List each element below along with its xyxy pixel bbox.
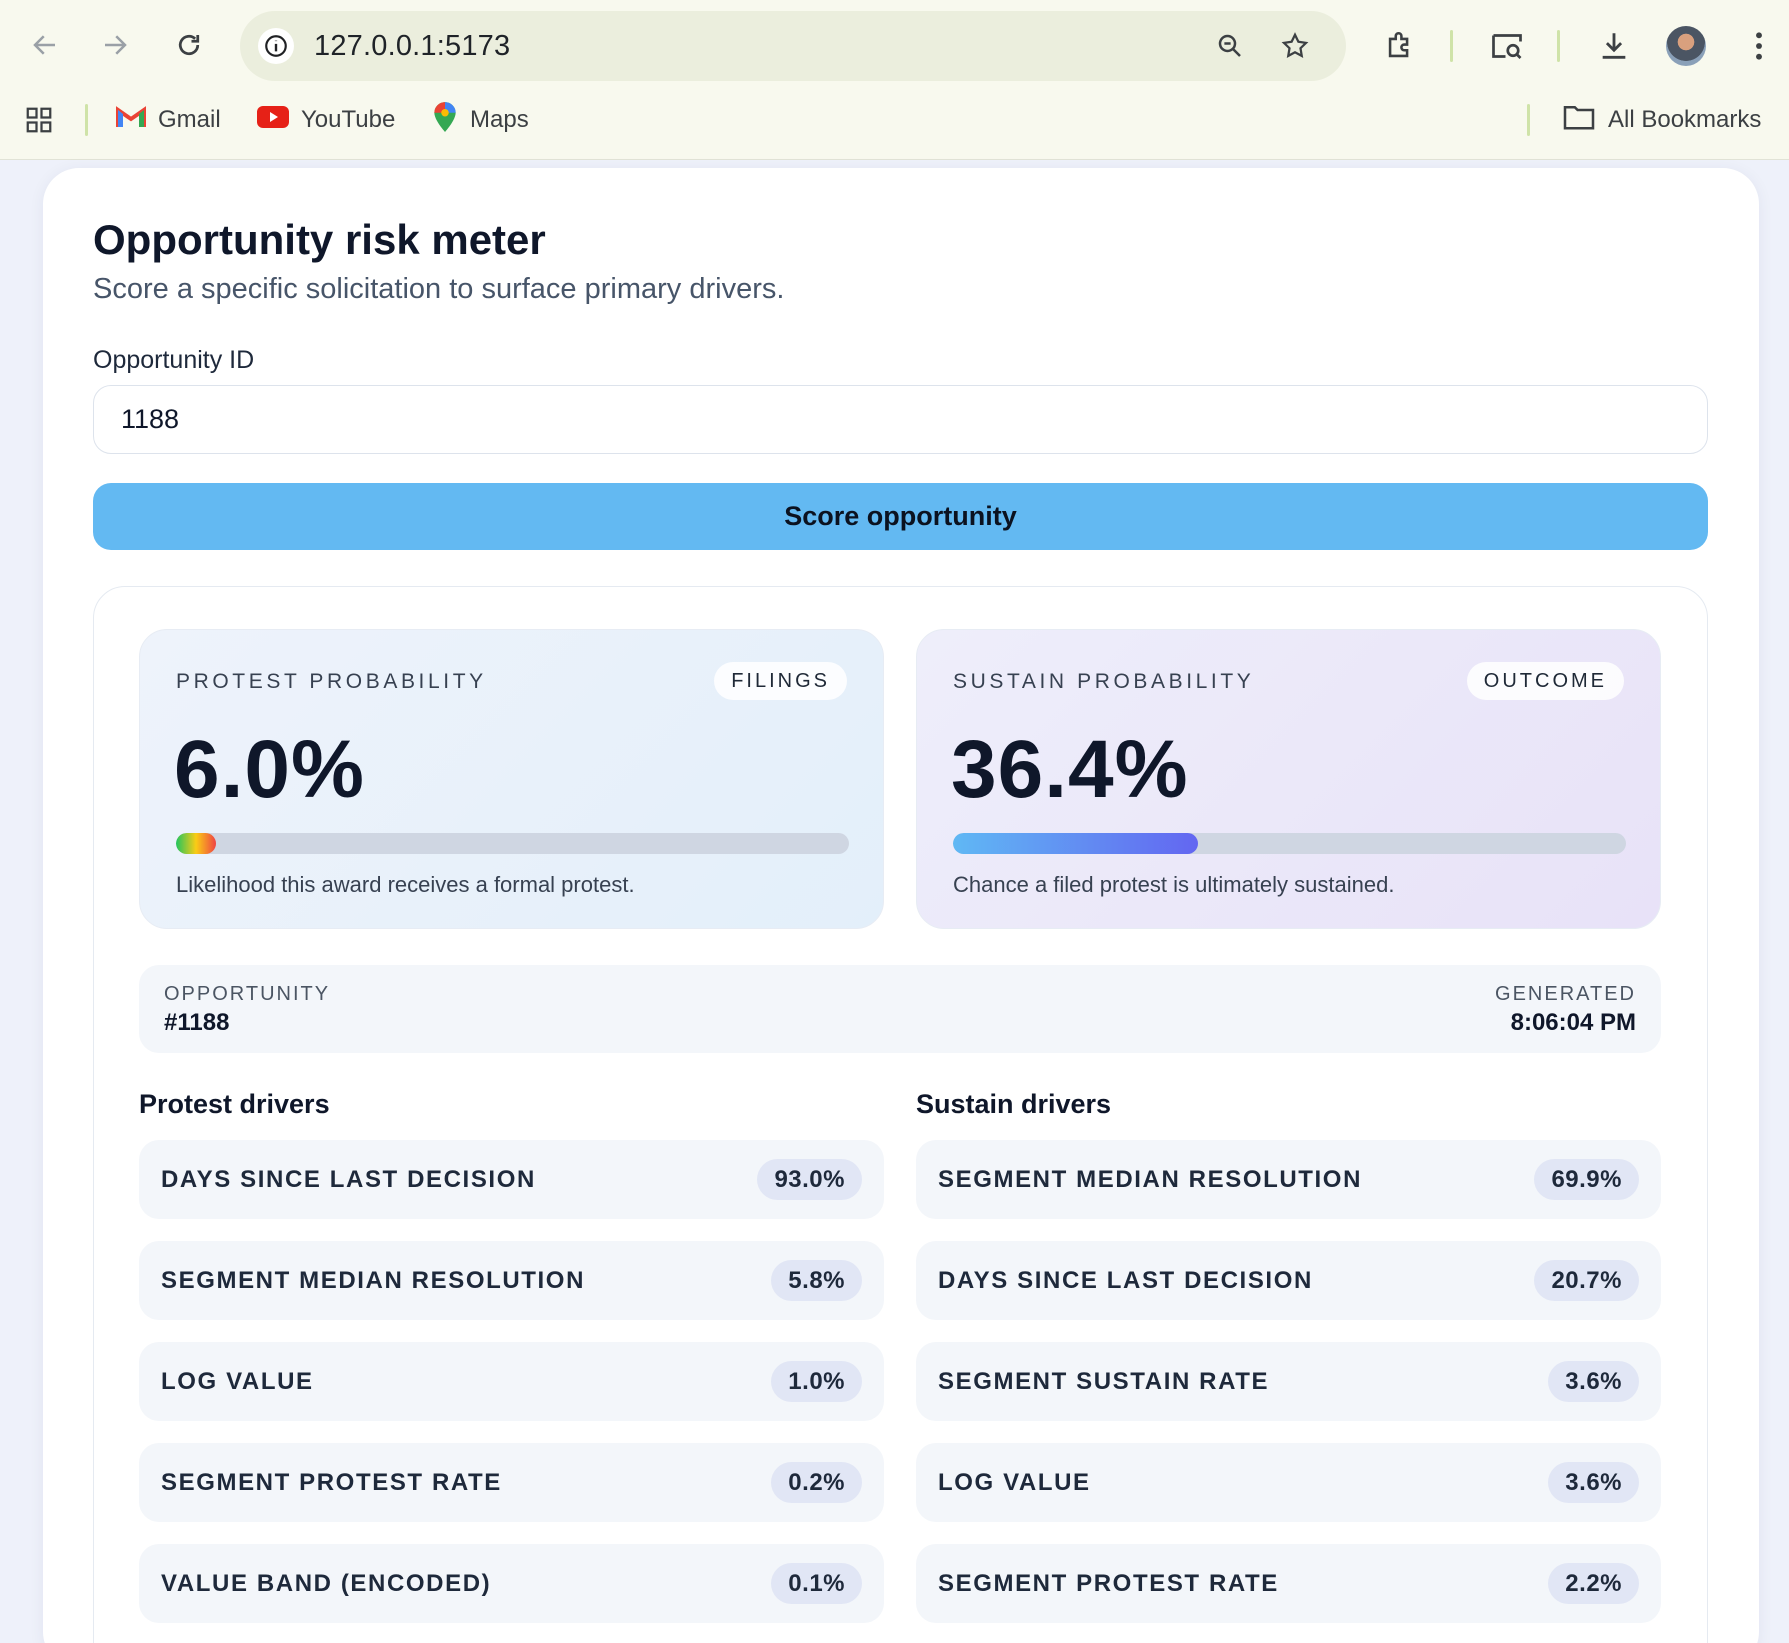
metric-label: SUSTAIN PROBABILITY (953, 670, 1255, 693)
driver-name: VALUE BAND (ENCODED) (161, 1570, 492, 1597)
metric-value: 36.4% (951, 724, 1189, 815)
driver-name: DAYS SINCE LAST DECISION (161, 1166, 536, 1193)
driver-name: SEGMENT PROTEST RATE (938, 1570, 1279, 1597)
reload-icon[interactable] (166, 22, 212, 68)
zoom-icon[interactable] (1211, 27, 1249, 65)
driver-value: 0.1% (771, 1563, 862, 1604)
sustain-driver-row: SEGMENT PROTEST RATE 2.2% (916, 1544, 1661, 1623)
protest-driver-row: DAYS SINCE LAST DECISION 93.0% (139, 1140, 884, 1219)
site-info-icon[interactable] (258, 28, 294, 64)
bookmarks-divider (85, 104, 88, 136)
tab-search-icon[interactable] (1485, 24, 1529, 68)
progress-fill (176, 833, 217, 854)
metric-value: 6.0% (174, 724, 365, 815)
driver-value: 3.6% (1548, 1361, 1639, 1402)
protest-probability-card: PROTEST PROBABILITY FILINGS 6.0% Likelih… (139, 629, 884, 929)
driver-value: 20.7% (1534, 1260, 1639, 1301)
bookmark-gmail[interactable]: Gmail (116, 100, 221, 140)
opportunity-meta: OPPORTUNITY #1188 GENERATED 8:06:04 PM (139, 965, 1661, 1053)
progress-fill (953, 833, 1198, 854)
url-text[interactable]: 127.0.0.1:5173 (314, 11, 510, 81)
toolbar-divider (1557, 30, 1560, 62)
bookmark-label: Maps (470, 106, 529, 133)
driver-value: 2.2% (1548, 1563, 1639, 1604)
progress-track (953, 833, 1626, 854)
driver-name: SEGMENT PROTEST RATE (161, 1469, 502, 1496)
driver-value: 3.6% (1548, 1462, 1639, 1503)
driver-value: 5.8% (771, 1260, 862, 1301)
driver-value: 0.2% (771, 1462, 862, 1503)
driver-name: LOG VALUE (938, 1469, 1091, 1496)
driver-value: 69.9% (1534, 1159, 1639, 1200)
protest-driver-row: LOG VALUE 1.0% (139, 1342, 884, 1421)
generated-value: 8:06:04 PM (1510, 1009, 1636, 1036)
sustain-probability-card: SUSTAIN PROBABILITY OUTCOME 36.4% Chance… (916, 629, 1661, 929)
driver-value: 93.0% (757, 1159, 862, 1200)
opportunity-label: OPPORTUNITY (164, 983, 331, 1005)
driver-name: SEGMENT MEDIAN RESOLUTION (161, 1267, 586, 1294)
metric-tag: FILINGS (714, 662, 847, 700)
bookmark-label: YouTube (301, 106, 396, 133)
progress-track (176, 833, 849, 854)
generated-label: GENERATED (1495, 983, 1636, 1005)
gmail-icon (116, 105, 146, 136)
all-bookmarks-label: All Bookmarks (1608, 106, 1762, 133)
driver-value: 1.0% (771, 1361, 862, 1402)
extensions-icon[interactable] (1378, 24, 1422, 68)
driver-name: SEGMENT MEDIAN RESOLUTION (938, 1166, 1363, 1193)
maps-icon (432, 101, 458, 140)
opportunity-id-input[interactable] (93, 385, 1708, 454)
opportunity-value: #1188 (164, 1009, 230, 1036)
more-icon[interactable] (1737, 24, 1781, 68)
star-icon[interactable] (1276, 27, 1314, 65)
bookmark-youtube[interactable]: YouTube (257, 100, 395, 140)
results-panel: PROTEST PROBABILITY FILINGS 6.0% Likelih… (93, 586, 1708, 1643)
protest-drivers-heading: Protest drivers (139, 1089, 330, 1119)
score-opportunity-button[interactable]: Score opportunity (93, 483, 1708, 550)
toolbar-divider (1450, 30, 1453, 62)
metric-tag: OUTCOME (1466, 662, 1624, 700)
sustain-driver-row: SEGMENT MEDIAN RESOLUTION 69.9% (916, 1140, 1661, 1219)
protest-driver-row: SEGMENT PROTEST RATE 0.2% (139, 1443, 884, 1522)
bookmark-label: Gmail (158, 106, 221, 133)
all-bookmarks[interactable]: All Bookmarks (1562, 100, 1761, 140)
youtube-icon (257, 105, 289, 136)
sustain-drivers-heading: Sustain drivers (916, 1089, 1112, 1119)
forward-arrow-icon[interactable] (92, 22, 138, 68)
protest-driver-row: VALUE BAND (ENCODED) 0.1% (139, 1544, 884, 1623)
page-title: Opportunity risk meter (93, 216, 546, 263)
profile-avatar[interactable] (1666, 26, 1706, 66)
metric-label: PROTEST PROBABILITY (176, 670, 487, 693)
metric-description: Likelihood this award receives a formal … (176, 872, 635, 897)
risk-meter-card: Opportunity risk meter Score a specific … (43, 168, 1759, 1643)
sustain-driver-row: LOG VALUE 3.6% (916, 1443, 1661, 1522)
sustain-driver-row: SEGMENT SUSTAIN RATE 3.6% (916, 1342, 1661, 1421)
back-arrow-icon[interactable] (22, 22, 68, 68)
download-icon[interactable] (1592, 24, 1636, 68)
opportunity-id-label: Opportunity ID (93, 346, 255, 374)
driver-name: DAYS SINCE LAST DECISION (938, 1267, 1313, 1294)
apps-grid-icon[interactable] (24, 100, 54, 140)
folder-icon (1562, 103, 1596, 138)
bookmark-maps[interactable]: Maps (432, 100, 529, 140)
driver-name: LOG VALUE (161, 1368, 314, 1395)
address-bar[interactable]: 127.0.0.1:5173 (240, 11, 1346, 81)
sustain-driver-row: DAYS SINCE LAST DECISION 20.7% (916, 1241, 1661, 1320)
browser-toolbar: 127.0.0.1:5173 Gmail YouTube Maps All Bo… (0, 0, 1789, 160)
metric-description: Chance a filed protest is ultimately sus… (953, 872, 1395, 897)
driver-name: SEGMENT SUSTAIN RATE (938, 1368, 1270, 1395)
protest-driver-row: SEGMENT MEDIAN RESOLUTION 5.8% (139, 1241, 884, 1320)
bookmarks-divider (1527, 104, 1530, 136)
page-subtitle: Score a specific solicitation to surface… (93, 273, 785, 305)
